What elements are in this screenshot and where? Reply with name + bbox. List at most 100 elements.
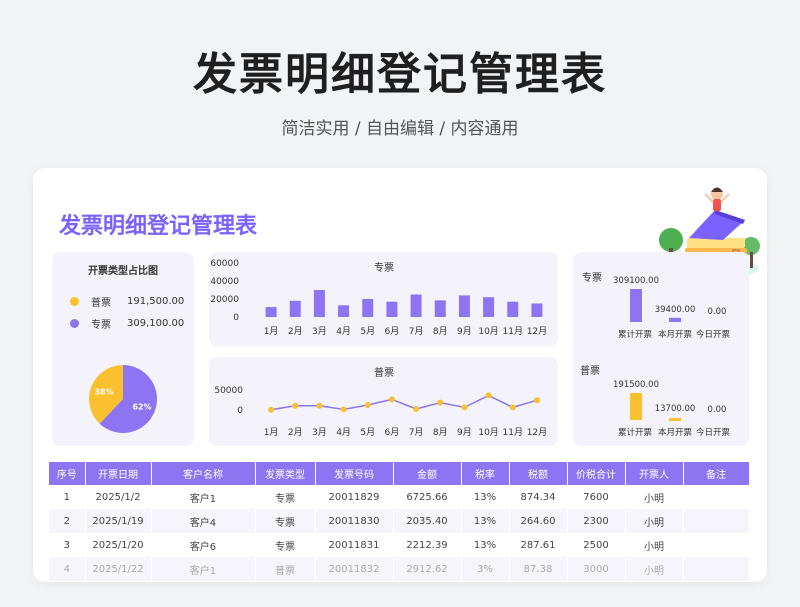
cell-number[interactable]: 20011832 [315, 557, 394, 581]
line-point [437, 399, 444, 406]
bar-mark [313, 290, 325, 317]
cell-index[interactable]: 2 [49, 509, 86, 533]
col-header-tax[interactable]: 税额 [509, 462, 568, 485]
line-point [268, 406, 275, 413]
line-series [270, 394, 538, 411]
cell-customer[interactable]: 客户4 [151, 509, 256, 533]
cell-remark[interactable] [683, 509, 750, 533]
table-row[interactable]: 4 2025/1/22 客户1 普票 20011832 2912.62 3% 8… [49, 557, 750, 581]
bar-mark [458, 295, 470, 317]
table-row[interactable]: 2 2025/1/19 客户4 专票 20011830 2035.40 13% … [49, 509, 750, 533]
line-point [533, 397, 540, 404]
cell-amount[interactable]: 2912.62 [393, 557, 462, 581]
table-row[interactable]: 3 2025/1/20 客户6 专票 20011831 2212.39 13% … [49, 533, 750, 557]
cell-date[interactable]: 2025/1/19 [85, 509, 152, 533]
cell-issuer[interactable]: 小明 [625, 509, 684, 533]
bar-xtick-label: 1月 [264, 326, 279, 337]
col-header-amount[interactable]: 金额 [393, 462, 462, 485]
line-xtick-label: 10月 [478, 427, 498, 438]
cell-date[interactable]: 2025/1/2 [85, 485, 152, 509]
col-header-issuer[interactable]: 开票人 [625, 462, 684, 485]
col-header-type[interactable]: 发票类型 [255, 462, 316, 485]
bar-xtick-label: 3月 [312, 326, 327, 337]
col-header-total[interactable]: 价税合计 [567, 462, 626, 485]
line-xtick-label: 8月 [433, 427, 448, 438]
cell-date[interactable]: 2025/1/22 [85, 557, 152, 581]
cell-total[interactable]: 7600 [567, 485, 626, 509]
line-xtick-label: 11月 [503, 427, 523, 438]
cell-issuer[interactable]: 小明 [625, 557, 684, 581]
cell-issuer[interactable]: 小明 [625, 485, 684, 509]
cell-tax[interactable]: 87.38 [509, 557, 568, 581]
cell-total[interactable]: 2500 [567, 533, 626, 557]
table-header-row: 序号 开票日期 客户名称 发票类型 发票号码 金额 税率 税额 价税合计 开票人… [49, 462, 750, 485]
cell-customer[interactable]: 客户1 [151, 557, 256, 581]
cell-remark[interactable] [683, 485, 750, 509]
cell-total[interactable]: 3000 [567, 557, 626, 581]
main-title: 发票明细登记管理表 [193, 49, 607, 100]
bar-xtick-label: 5月 [360, 326, 375, 337]
cell-tax[interactable]: 874.34 [509, 485, 568, 509]
cell-issuer[interactable]: 小明 [625, 533, 684, 557]
col-header-tax-rate[interactable]: 税率 [461, 462, 510, 485]
kpi-bar [630, 393, 642, 420]
cell-amount[interactable]: 2212.39 [393, 533, 462, 557]
line-point [413, 406, 420, 412]
bar-mark [362, 299, 374, 317]
cell-tax-rate[interactable]: 13% [461, 533, 510, 557]
bar-mark [265, 307, 277, 317]
cell-amount[interactable]: 2035.40 [393, 509, 462, 533]
line-xtick-label: 9月 [457, 427, 472, 438]
line-ytick-label: 50000 [214, 386, 243, 396]
kpi-bar-label: 累计开票 [618, 329, 653, 340]
cell-date[interactable]: 2025/1/20 [85, 533, 152, 557]
cell-type[interactable]: 专票 [255, 533, 316, 557]
cell-number[interactable]: 20011830 [315, 509, 394, 533]
kpi-bar-label: 本月开票 [658, 427, 693, 438]
cell-type[interactable]: 普票 [255, 557, 316, 581]
kpi-bars: 309100.00 累计开票 39400.00 本月开票 0.00 今日开票 191500… [613, 276, 731, 438]
col-header-remark[interactable]: 备注 [683, 462, 750, 485]
bar-mark [507, 301, 519, 317]
kpi-bar-label: 本月开票 [658, 329, 693, 340]
col-header-customer[interactable]: 客户名称 [151, 462, 256, 485]
pie-chart: 38% 62% [89, 365, 157, 433]
col-header-date[interactable]: 开票日期 [85, 462, 152, 485]
cell-number[interactable]: 20011831 [315, 533, 394, 557]
cell-type[interactable]: 专票 [255, 509, 316, 533]
line-xtick-label: 4月 [336, 427, 351, 438]
cell-remark[interactable] [683, 557, 750, 581]
kpi-value: 0.00 [708, 405, 727, 415]
table-row[interactable]: 1 2025/1/2 客户1 专票 20011829 6725.66 13% 8… [49, 485, 750, 509]
cell-customer[interactable]: 客户1 [151, 485, 256, 509]
bar-xtick-label: 2月 [288, 326, 303, 337]
cell-tax-rate[interactable]: 13% [461, 509, 510, 533]
bar-xtick-label: 9月 [457, 326, 472, 337]
bar-mark [483, 297, 495, 317]
line-xtick-label: 2月 [288, 427, 303, 438]
cell-type[interactable]: 专票 [255, 485, 316, 509]
cell-number[interactable]: 20011829 [315, 485, 394, 509]
cell-index[interactable]: 1 [49, 485, 86, 509]
cell-index[interactable]: 4 [49, 557, 86, 581]
kpi-value: 13700.00 [655, 404, 696, 414]
bar-ytick-label: 40000 [210, 277, 239, 287]
cell-tax-rate[interactable]: 3% [461, 557, 510, 581]
cell-remark[interactable] [683, 533, 750, 557]
cell-tax-rate[interactable]: 13% [461, 485, 510, 509]
col-header-index[interactable]: 序号 [49, 462, 86, 485]
kpi-value: 0.00 [708, 307, 727, 317]
cell-total[interactable]: 2300 [567, 509, 626, 533]
kpi-value: 309100.00 [613, 276, 659, 286]
kpi-value: 191500.00 [613, 380, 659, 390]
line-xtick-label: 7月 [409, 427, 424, 438]
cell-amount[interactable]: 6725.66 [393, 485, 462, 509]
col-header-number[interactable]: 发票号码 [315, 462, 394, 485]
dashboard-card: 发票明细登记管理表 开票类型占比图 普票 191,500.00 专票 309,1… [33, 168, 767, 582]
cell-tax[interactable]: 287.61 [509, 533, 568, 557]
kpi-bar-label: 今日开票 [696, 329, 731, 340]
cell-customer[interactable]: 客户6 [151, 533, 256, 557]
cell-tax[interactable]: 264.60 [509, 509, 568, 533]
cell-index[interactable]: 3 [49, 533, 86, 557]
bar-mark [338, 305, 350, 317]
